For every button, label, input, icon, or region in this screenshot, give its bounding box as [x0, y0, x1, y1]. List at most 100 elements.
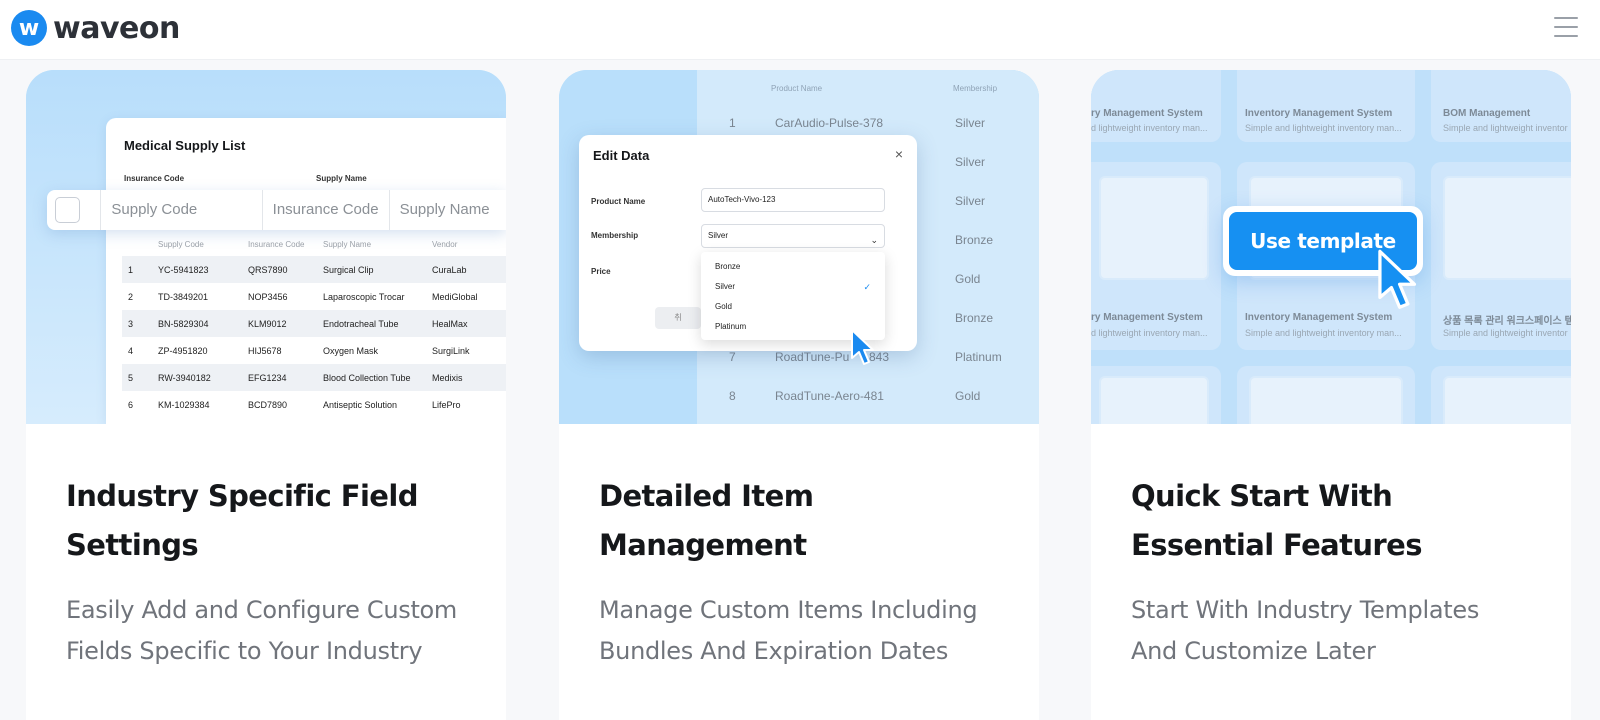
template-tile: Inventory Management System Simple and l…: [1237, 70, 1415, 142]
feature-card-item-management: Product Name Membership 1 CarAudio-Pulse…: [559, 70, 1039, 720]
checkmark-icon: ✓: [863, 282, 871, 292]
site-header: w waveon: [0, 0, 1600, 60]
product-name-input[interactable]: AutoTech-Vivo-123: [701, 188, 885, 212]
field-settings-illustration: Medical Supply List Insurance Code Suppl…: [26, 70, 506, 424]
card-title: Industry Specific Field Settings: [66, 479, 418, 562]
supply-name: Endotracheal Tube: [323, 318, 399, 329]
field-label: Price: [591, 267, 611, 276]
list-row: 8 RoadTune-Aero-481 Gold: [729, 389, 981, 403]
template-tile: ry Management System d lightweight inven…: [1091, 70, 1221, 142]
supply-name: Oxygen Mask: [323, 345, 379, 356]
row-number: 2: [128, 291, 134, 302]
column-filter-bar: Supply Code Insurance Code Supply Name: [47, 190, 506, 230]
table-row[interactable]: 3 BN-5829304 KLM9012 Endotracheal Tube H…: [122, 310, 506, 337]
table-row[interactable]: 2 TD-3849201 NOP3456 Laparoscopic Trocar…: [122, 283, 506, 310]
option-bronze[interactable]: Bronze: [715, 262, 740, 271]
select-all-checkbox[interactable]: [55, 197, 81, 223]
column-header: Insurance Code: [248, 240, 305, 249]
table-row[interactable]: 4 ZP-4951820 HIJ5678 Oxygen Mask SurgiLi…: [122, 337, 506, 364]
card-body: Quick Start With Essential Features Star…: [1091, 424, 1571, 672]
template-tile: 상품 목록 관리 워크스페이스 템 Simple and lightweight…: [1431, 162, 1571, 350]
close-icon[interactable]: ×: [895, 146, 903, 162]
cancel-button[interactable]: 취: [655, 307, 701, 329]
card-body: Industry Specific Field Settings Easily …: [26, 424, 506, 672]
row-number: 6: [128, 399, 134, 410]
option-gold[interactable]: Gold: [715, 302, 732, 311]
supply-code: TD-3849201: [158, 291, 209, 302]
column-header: Vendor: [432, 240, 458, 249]
mouse-pointer-icon: [851, 329, 874, 365]
membership-dropdown: Bronze Silver ✓ Gold Platinum: [701, 252, 885, 340]
card-body: Detailed Item Management Manage Custom I…: [559, 424, 1039, 672]
supply-code: KM-1029384: [158, 399, 210, 410]
vendor: LifePro: [432, 399, 461, 410]
feature-card-field-settings: Medical Supply List Insurance Code Suppl…: [26, 70, 506, 720]
vendor: Medixis: [432, 372, 463, 383]
mouse-pointer-icon: [1378, 249, 1417, 309]
supply-code: RW-3940182: [158, 372, 211, 383]
card-description: Easily Add and Configure Custom Fields S…: [66, 596, 458, 665]
template-tile: [1431, 366, 1571, 424]
insurance-code: QRS7890: [248, 264, 288, 275]
vendor: SurgiLink: [432, 345, 470, 356]
supply-name: Surgical Clip: [323, 264, 374, 275]
insurance-code: EFG1234: [248, 372, 287, 383]
card-description: Manage Custom Items Including Bundles An…: [599, 596, 978, 665]
table-row[interactable]: 6 KM-1029384 BCD7890 Antiseptic Solution…: [122, 391, 506, 418]
supply-name: Antiseptic Solution: [323, 399, 398, 410]
panel-title: Medical Supply List: [124, 138, 246, 153]
supply-table: Supply Code Insurance Code Supply Name V…: [122, 240, 506, 418]
waveon-logo[interactable]: w waveon: [11, 10, 180, 46]
insurance-code: KLM9012: [248, 318, 287, 329]
modal-title: Edit Data: [593, 148, 650, 163]
insurance-code: NOP3456: [248, 291, 288, 302]
template-tile: [1091, 366, 1221, 424]
table-header: Supply Code Insurance Code Supply Name V…: [122, 240, 506, 256]
row-number: 5: [128, 372, 134, 383]
item-management-illustration: Product Name Membership 1 CarAudio-Pulse…: [559, 70, 1039, 424]
row-number: 1: [128, 264, 134, 275]
filter-column[interactable]: Supply Name: [388, 190, 506, 230]
vendor: CuraLab: [432, 264, 467, 275]
row-number: 4: [128, 345, 134, 356]
feature-card-quick-start: ry Management System d lightweight inven…: [1091, 70, 1571, 720]
filter-column[interactable]: Supply Code: [100, 190, 261, 230]
membership-selected-value: Silver: [708, 231, 729, 240]
table-row[interactable]: 1 YC-5941823 QRS7890 Surgical Clip CuraL…: [122, 256, 506, 283]
field-label: Insurance Code: [124, 174, 185, 183]
edit-data-modal: Edit Data × Product Name AutoTech-Vivo-1…: [579, 135, 917, 351]
card-title: Quick Start With Essential Features: [1131, 479, 1422, 562]
filter-column[interactable]: Insurance Code: [261, 190, 389, 230]
membership-select[interactable]: Silver ⌄: [701, 224, 885, 248]
template-tile: ry Management System d lightweight inven…: [1091, 162, 1221, 350]
table-row[interactable]: 5 RW-3940182 EFG1234 Blood Collection Tu…: [122, 364, 506, 391]
template-tile: [1237, 366, 1415, 424]
vendor: HealMax: [432, 318, 468, 329]
template-tile: BOM Management Simple and lightweight in…: [1431, 70, 1571, 142]
supply-code: YC-5941823: [158, 264, 209, 275]
column-header: Supply Name: [323, 240, 372, 249]
insurance-code: HIJ5678: [248, 345, 282, 356]
option-platinum[interactable]: Platinum: [715, 322, 746, 331]
vendor: MediGlobal: [432, 291, 478, 302]
supply-name: Blood Collection Tube: [323, 372, 411, 383]
list-header: Membership: [953, 84, 998, 93]
supply-code: BN-5829304: [158, 318, 209, 329]
option-silver[interactable]: Silver: [715, 282, 735, 291]
quick-start-illustration: ry Management System d lightweight inven…: [1091, 70, 1571, 424]
column-header: Supply Code: [158, 240, 204, 249]
logo-wordmark: waveon: [53, 10, 180, 46]
supply-name: Laparoscopic Trocar: [323, 291, 405, 302]
logo-mark-icon: w: [11, 10, 47, 46]
list-header: Product Name: [771, 84, 823, 93]
insurance-code: BCD7890: [248, 399, 288, 410]
chevron-down-icon: ⌄: [870, 235, 878, 245]
card-description: Start With Industry Templates And Custom…: [1131, 596, 1480, 665]
hamburger-menu-icon[interactable]: [1554, 17, 1578, 39]
field-label: Membership: [591, 231, 639, 240]
field-label: Supply Name: [316, 174, 367, 183]
row-number: 3: [128, 318, 134, 329]
field-label: Product Name: [591, 197, 646, 206]
card-title: Detailed Item Management: [599, 479, 814, 562]
supply-code: ZP-4951820: [158, 345, 208, 356]
